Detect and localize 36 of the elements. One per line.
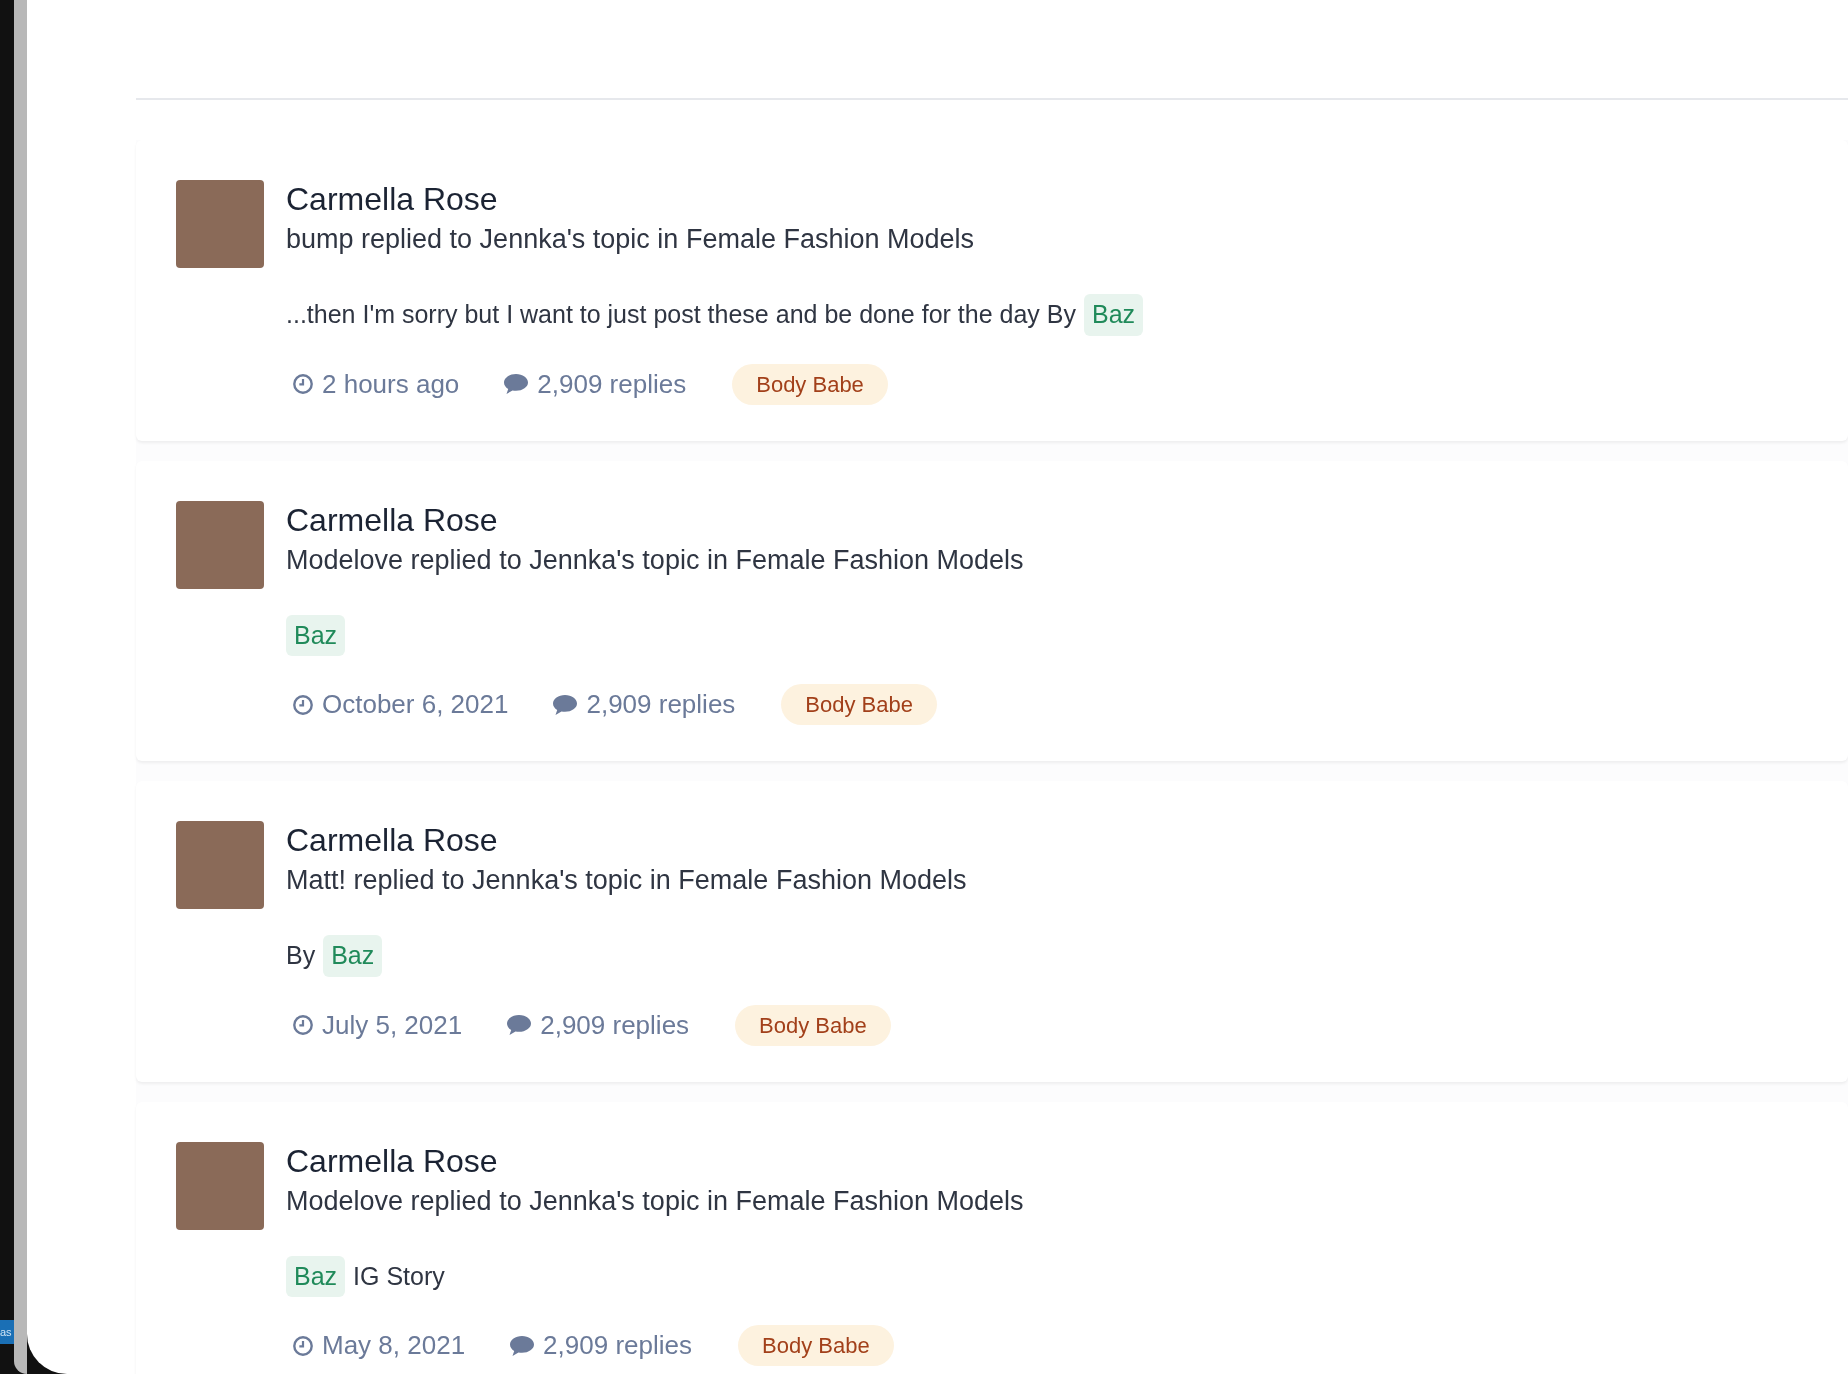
user-mention-link[interactable]: Baz [1083,294,1144,336]
clock-icon [292,693,314,716]
user-mention-link[interactable]: Baz [323,935,383,977]
activity-summary: Modelove replied to Jennka's topic in Female Fashion Models [286,1184,1024,1218]
reply-count: 2,909 replies [586,688,736,721]
topic-title-link[interactable]: Carmella Rose [286,1139,1024,1182]
topic-title-link[interactable]: Carmella Rose [286,178,1144,220]
post-snippet: By [286,940,316,971]
topic-title-link[interactable]: Carmella Rose [286,819,967,861]
topic-title-link[interactable]: Carmella Rose [286,498,1024,541]
post-snippet: IG Story [353,1260,445,1292]
speech-bubble-icon [506,1014,533,1036]
post-time: October 6, 2021 [322,688,509,721]
post-snippet: ...then I'm sorry but I want to just post these and be done for the day By [286,299,1076,330]
activity-summary: Matt! replied to Jennka's topic in Female Fashion Models [286,864,967,897]
taskbar-fragment: as [0,1319,14,1344]
reply-count: 2,909 replies [543,1329,692,1362]
clock-icon [292,373,314,395]
category-tag[interactable]: Body Babe [732,363,888,405]
user-mention-link[interactable]: Baz [286,614,346,656]
clock-icon [292,1334,314,1357]
category-tag[interactable]: Body Babe [781,684,937,725]
user-mention-link[interactable]: Baz [286,1255,346,1297]
activity-summary: Modelove replied to Jennka's topic in Female Fashion Models [286,543,1024,577]
speech-bubble-icon [509,1334,536,1357]
reply-count: 2,909 replies [537,367,687,401]
speech-bubble-icon [503,373,530,395]
category-tag[interactable]: Body Babe [738,1325,894,1366]
category-tag[interactable]: Body Babe [735,1004,891,1046]
speech-bubble-icon [552,693,579,716]
post-time: May 8, 2021 [322,1329,466,1362]
clock-icon [292,1014,314,1036]
reply-count: 2,909 replies [540,1008,690,1042]
activity-summary: bump replied to Jennka's topic in Female Fashion Models [286,223,975,256]
post-time: 2 hours ago [322,367,460,401]
post-time: July 5, 2021 [322,1008,463,1042]
